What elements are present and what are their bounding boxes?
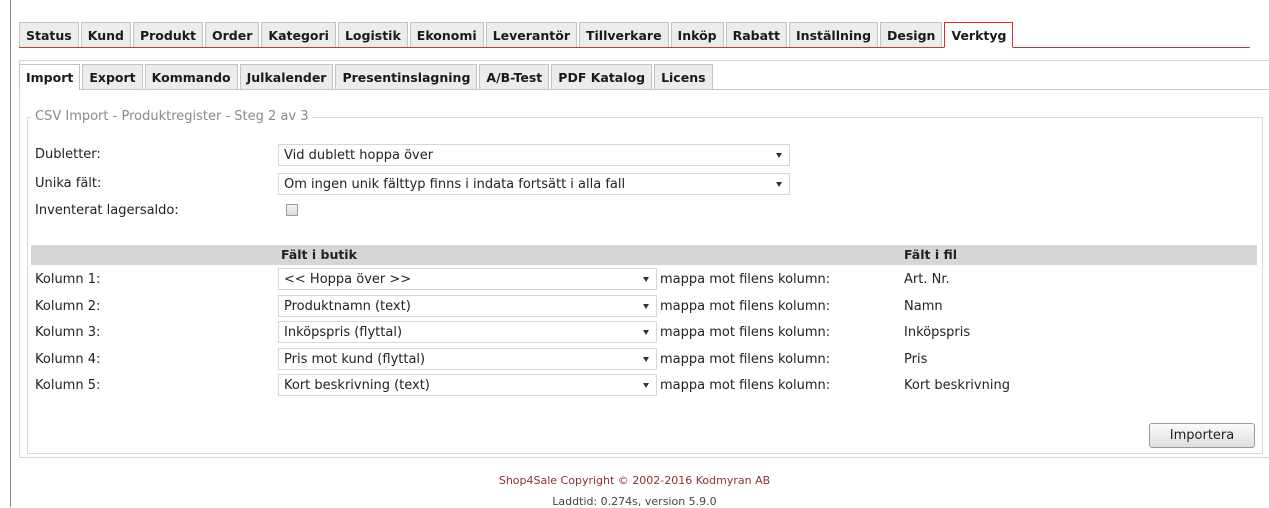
header-store-field: Fält i butik [281, 247, 357, 262]
subtab-export[interactable]: Export [82, 64, 143, 89]
sub-tab-bar: Import Export Kommando Julkalender Prese… [19, 64, 1269, 90]
column-select-3[interactable]: Inköpspris (flyttal) [278, 321, 657, 343]
column-select-4[interactable]: Pris mot kund (flyttal) [278, 348, 657, 370]
map-text-5: mappa mot filens kolumn: [660, 378, 831, 393]
chevron-down-icon [643, 277, 649, 282]
column-select-value-3: Inköpspris (flyttal) [284, 324, 403, 340]
unique-fields-select[interactable]: Om ingen unik fälttyp finns i indata for… [278, 173, 790, 195]
tab-order[interactable]: Order [205, 22, 260, 47]
chevron-down-icon [643, 304, 649, 309]
row-label-5: Kolumn 5: [35, 378, 101, 393]
duplicates-label: Dubletter: [35, 147, 101, 162]
map-text-1: mappa mot filens kolumn: [660, 272, 831, 287]
chevron-down-icon [643, 383, 649, 388]
row-label-2: Kolumn 2: [35, 299, 101, 314]
chevron-down-icon [776, 182, 782, 187]
column-select-value-2: Produktnamn (text) [284, 298, 411, 314]
duplicates-select[interactable]: Vid dublett hoppa över [278, 144, 790, 166]
subtab-pdf-katalog[interactable]: PDF Katalog [551, 64, 653, 89]
file-field-4: Pris [904, 352, 928, 367]
subtab-presentinslagning[interactable]: Presentinslagning [335, 64, 478, 89]
tab-verktyg[interactable]: Verktyg [944, 22, 1014, 48]
tab-tillverkare[interactable]: Tillverkare [578, 22, 669, 47]
chevron-down-icon [643, 330, 649, 335]
subtab-licens[interactable]: Licens [654, 64, 713, 89]
inventory-label: Inventerat lagersaldo: [35, 203, 179, 218]
file-field-5: Kort beskrivning [904, 378, 1010, 393]
tab-leverantor[interactable]: Leverantör [485, 22, 577, 47]
chevron-down-icon [643, 357, 649, 362]
map-text-4: mappa mot filens kolumn: [660, 352, 831, 367]
file-field-1: Art. Nr. [904, 272, 950, 287]
tab-installning[interactable]: Inställning [789, 22, 879, 47]
subtab-kommando[interactable]: Kommando [144, 64, 238, 89]
column-select-2[interactable]: Produktnamn (text) [278, 295, 657, 317]
tab-design[interactable]: Design [880, 22, 943, 47]
map-text-3: mappa mot filens kolumn: [660, 325, 831, 340]
column-select-5[interactable]: Kort beskrivning (text) [278, 374, 657, 396]
map-text-2: mappa mot filens kolumn: [660, 299, 831, 314]
row-label-1: Kolumn 1: [35, 272, 101, 287]
header-file-field: Fält i fil [904, 247, 958, 262]
tab-ekonomi[interactable]: Ekonomi [409, 22, 484, 47]
duplicates-value: Vid dublett hoppa över [284, 147, 434, 163]
file-field-2: Namn [904, 299, 943, 314]
tab-produkt[interactable]: Produkt [132, 22, 204, 47]
tab-rabatt[interactable]: Rabatt [725, 22, 788, 47]
tab-kategori[interactable]: Kategori [261, 22, 336, 47]
tab-inkop[interactable]: Inköp [670, 22, 724, 47]
unique-fields-value: Om ingen unik fälttyp finns i indata for… [284, 176, 626, 192]
main-tab-bar: Status Kund Produkt Order Kategori Logis… [19, 22, 1250, 48]
row-label-4: Kolumn 4: [35, 352, 101, 367]
chevron-down-icon [776, 153, 782, 158]
column-select-value-1: << Hoppa över >> [284, 271, 412, 287]
tab-status[interactable]: Status [19, 22, 79, 47]
subtab-ab-test[interactable]: A/B-Test [479, 64, 550, 89]
mapping-header-bar [31, 245, 1257, 265]
column-select-value-4: Pris mot kund (flyttal) [284, 351, 426, 367]
column-select-value-5: Kort beskrivning (text) [284, 377, 430, 393]
inventory-checkbox[interactable] [286, 204, 298, 216]
footer-copyright: Shop4Sale Copyright © 2002-2016 Kodmyran… [498, 474, 771, 487]
tab-kund[interactable]: Kund [80, 22, 131, 47]
import-button[interactable]: Importera [1149, 423, 1255, 448]
column-select-1[interactable]: << Hoppa över >> [278, 268, 657, 290]
subtab-import[interactable]: Import [19, 64, 81, 90]
row-label-3: Kolumn 3: [35, 325, 101, 340]
tab-logistik[interactable]: Logistik [337, 22, 408, 47]
unique-fields-label: Unika fält: [35, 176, 102, 191]
footer-loadtime: Laddtid: 0.274s, version 5.9.0 [552, 495, 717, 508]
subtab-julkalender[interactable]: Julkalender [239, 64, 334, 89]
fieldset-legend: CSV Import - Produktregister - Steg 2 av… [31, 109, 313, 124]
file-field-3: Inköpspris [904, 325, 971, 340]
left-border [10, 0, 11, 507]
